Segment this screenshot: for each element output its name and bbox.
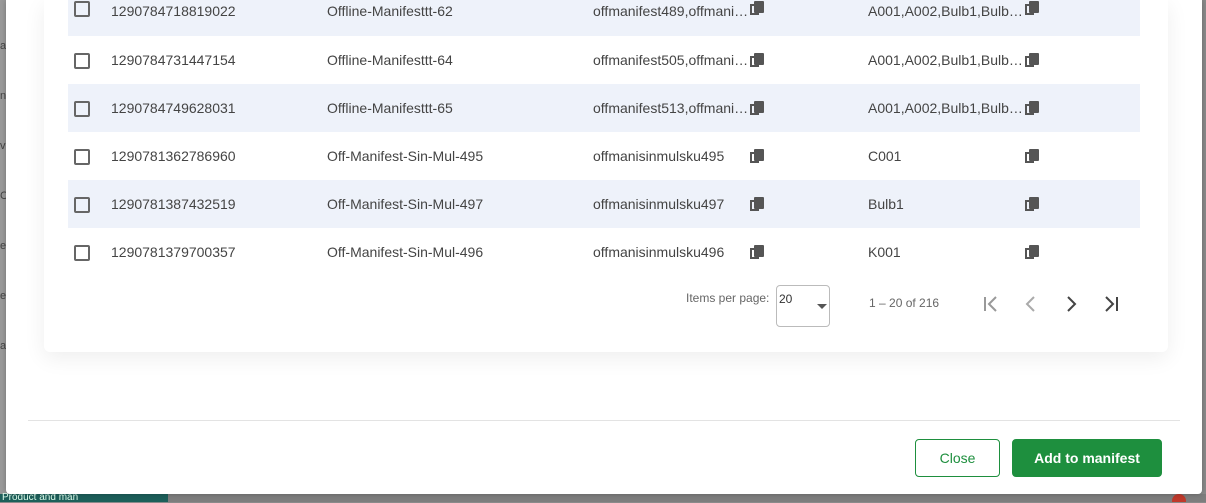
table-row: 1290781362786960 Off-Manifest-Sin-Mul-49… [68,132,1140,180]
chevron-right-icon [1067,296,1077,312]
page-range-label: 1 – 20 of 216 [869,296,940,310]
add-to-manifest-button[interactable]: Add to manifest [1012,439,1162,477]
row-sku: offmanisinmulsku497 [593,196,725,212]
row-name: Offline-Manifesttt-62 [327,3,453,19]
row-id: 1290781379700357 [111,244,236,260]
copy-icon[interactable] [1025,197,1041,215]
row-checkbox[interactable] [74,197,90,213]
row-checkbox[interactable] [74,1,90,17]
footer-divider [28,420,1180,421]
copy-icon[interactable] [1025,245,1041,263]
first-page-button[interactable] [980,293,1002,315]
close-button[interactable]: Close [915,439,1000,477]
copy-icon[interactable] [750,53,766,71]
backdrop-badge [1172,494,1186,502]
row-sku: offmanisinmulsku496 [593,244,725,260]
last-page-button[interactable] [1100,293,1122,315]
copy-icon[interactable] [1025,53,1041,71]
results-table: 1290784718819022 Offline-Manifesttt-62 o… [68,0,1140,276]
table-row: 1290784718819022 Offline-Manifesttt-62 o… [68,0,1140,36]
table-row: 1290784731447154 Offline-Manifesttt-64 o… [68,36,1140,84]
backdrop-nav-tab: Product and man [0,492,168,503]
table-row: 1290781379700357 Off-Manifest-Sin-Mul-49… [68,228,1140,276]
table-row: 1290781387432519 Off-Manifest-Sin-Mul-49… [68,180,1140,228]
row-id: 1290784749628031 [111,100,236,116]
row-checkbox[interactable] [74,149,90,165]
row-location: C001 [868,148,902,164]
items-per-page-label: Items per page: [686,291,770,305]
row-sku: offmanifest489,offmanifest490 [593,3,750,19]
row-id: 1290784731447154 [111,52,236,68]
row-checkbox[interactable] [74,53,90,69]
copy-icon[interactable] [1025,1,1041,19]
copy-icon[interactable] [1025,149,1041,167]
copy-icon[interactable] [750,149,766,167]
previous-page-button[interactable] [1020,293,1042,315]
row-name: Off-Manifest-Sin-Mul-497 [327,196,484,212]
results-card: 1290784718819022 Offline-Manifesttt-62 o… [44,0,1168,352]
chevron-left-icon [1025,296,1035,312]
row-sku: offmanifest505,offmanifest506 [593,52,750,68]
paginator: Items per page: 20 1 – 20 of 216 [44,283,1168,331]
row-id: 1290781387432519 [111,196,236,212]
row-name: Offline-Manifesttt-65 [327,100,453,116]
backdrop-bottom-edge: Product and man [0,492,1206,503]
items-per-page-select[interactable]: 20 [776,285,830,327]
row-id: 1290784718819022 [111,3,236,19]
row-name: Off-Manifest-Sin-Mul-496 [327,244,484,260]
row-location: K001 [868,244,901,260]
copy-icon[interactable] [750,197,766,215]
items-per-page-value: 20 [779,292,793,306]
row-location: A001,A002,Bulb1,Bulb2,K001 [868,52,1025,68]
row-name: Off-Manifest-Sin-Mul-495 [327,148,484,164]
copy-icon[interactable] [750,101,766,119]
copy-icon[interactable] [750,1,766,19]
row-sku: offmanifest513,offmanifest514 [593,100,750,116]
first-page-icon [984,296,997,312]
row-checkbox[interactable] [74,245,90,261]
dialog: 1290784718819022 Offline-Manifesttt-62 o… [6,0,1202,494]
row-location: A001,A002,Bulb1,Bulb2,K001 [868,3,1025,19]
row-id: 1290781362786960 [111,148,236,164]
row-location: Bulb1 [868,196,904,212]
table-row: 1290784749628031 Offline-Manifesttt-65 o… [68,84,1140,132]
row-checkbox[interactable] [74,101,90,117]
row-name: Offline-Manifesttt-64 [327,52,453,68]
next-page-button[interactable] [1060,293,1082,315]
row-sku: offmanisinmulsku495 [593,148,725,164]
row-location: A001,A002,Bulb1,Bulb2,K001 [868,100,1025,116]
dropdown-caret-icon [817,304,827,309]
copy-icon[interactable] [750,245,766,263]
last-page-icon [1105,296,1118,312]
background-text: v [0,140,6,152]
copy-icon[interactable] [1025,101,1041,119]
